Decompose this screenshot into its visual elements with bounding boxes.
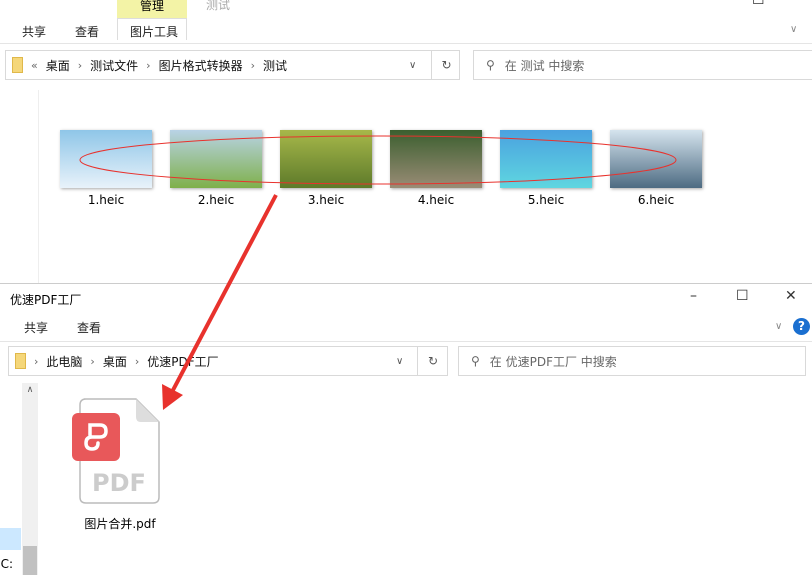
breadcrumb-item[interactable]: 桌面 [46,57,70,74]
file-name: 4.heic [417,193,455,207]
maximize-button[interactable]: ☐ [736,288,749,304]
search-input[interactable]: ⚲ 在 测试 中搜索 [473,50,812,80]
refresh-icon[interactable]: ↻ [417,347,448,375]
address-bar[interactable]: › 此电脑 › 桌面 › 优速PDF工厂 ∨ ↻ [8,346,448,376]
divider [0,43,812,44]
help-icon[interactable]: ? [793,318,810,335]
window-title: 测试 [206,0,231,12]
svg-text:PDF: PDF [92,469,146,497]
ribbon-collapse-icon[interactable]: ∨ [775,321,782,332]
ribbon-collapse-icon[interactable]: ∨ [790,24,797,35]
image-thumbnail[interactable] [170,130,262,188]
scrollbar-thumb[interactable] [23,546,37,575]
search-placeholder: 在 优速PDF工厂 中搜索 [489,354,617,369]
close-button[interactable]: ✕ [785,288,797,304]
refresh-icon[interactable]: ↻ [431,51,461,79]
context-tab-manage[interactable]: 管理 [117,0,187,18]
nav-pane-divider [38,90,39,283]
folder-icon [12,57,23,73]
nav-pane-scrollbar[interactable]: ∧ [22,383,38,575]
tab-view[interactable]: 查看 [77,319,101,336]
breadcrumb-item[interactable]: 测试文件 [90,57,138,74]
file-name: 2.heic [197,193,235,207]
dropdown-icon[interactable]: ∨ [396,356,403,367]
search-icon: ⚲ [471,354,480,368]
image-thumbnail[interactable] [610,130,702,188]
breadcrumb-item[interactable]: 图片格式转换器 [159,57,243,74]
minimize-button[interactable]: – [690,288,697,304]
search-placeholder: 在 测试 中搜索 [504,58,585,73]
breadcrumb-item[interactable]: 此电脑 [46,353,82,370]
image-thumbnail[interactable] [390,130,482,188]
file-name: 6.heic [637,193,675,207]
breadcrumb-item[interactable]: 优速PDF工厂 [147,353,218,370]
nav-item-drive[interactable]: (C: [0,557,13,571]
pdf-file[interactable]: PDF 图片合并.pdf [70,395,170,531]
image-thumbnail[interactable] [60,130,152,188]
tab-share[interactable]: 共享 [22,23,46,40]
scroll-up-icon[interactable]: ∧ [22,385,38,395]
breadcrumb-item[interactable]: 测试 [263,57,287,74]
minimize-button[interactable]: – [700,0,707,6]
dropdown-icon[interactable]: ∨ [409,60,416,71]
pdf-file-name: 图片合并.pdf [84,517,156,531]
window-title: 优速PDF工厂 [10,293,82,307]
tab-share[interactable]: 共享 [24,319,48,336]
file-name: 5.heic [527,193,565,207]
search-input[interactable]: ⚲ 在 优速PDF工厂 中搜索 [458,346,806,376]
search-icon: ⚲ [486,58,495,72]
file-name: 1.heic [87,193,125,207]
tab-picture-tools[interactable]: 图片工具 [130,23,178,40]
file-name: 3.heic [307,193,345,207]
image-thumbnail[interactable] [280,130,372,188]
overflow-icon[interactable]: « [31,59,38,72]
divider [0,341,812,342]
pdf-file-icon: PDF [72,398,160,504]
nav-item-selected[interactable] [0,528,21,550]
folder-icon [15,353,26,369]
address-bar[interactable]: « 桌面 › 测试文件 › 图片格式转换器 › 测试 ∨ ↻ [5,50,460,80]
tab-view[interactable]: 查看 [75,23,99,40]
breadcrumb-item[interactable]: 桌面 [103,353,127,370]
maximize-button[interactable]: ☐ [752,0,765,8]
image-thumbnail[interactable] [500,130,592,188]
